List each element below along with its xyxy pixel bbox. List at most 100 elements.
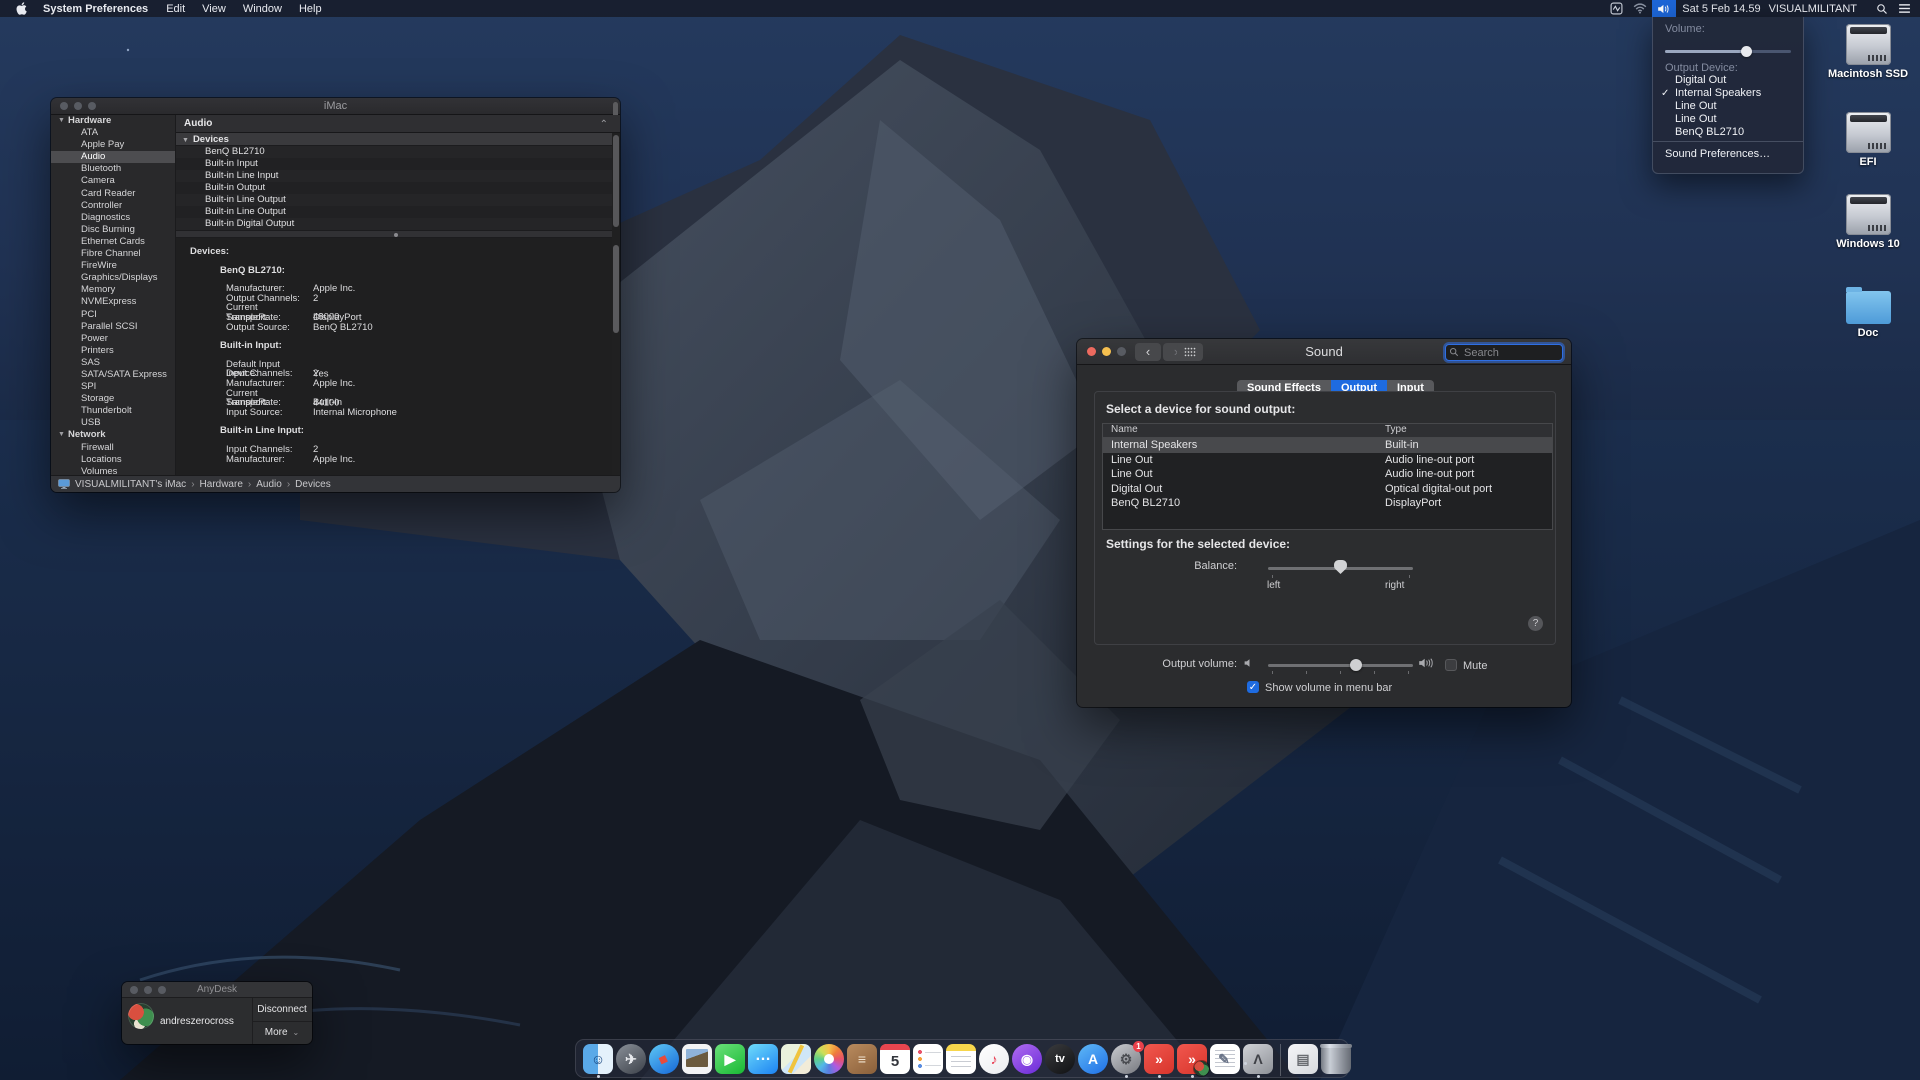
sidebar-item-fibre-channel[interactable]: Fibre Channel [51,248,175,260]
close-button[interactable] [60,102,68,110]
device-row-benq-bl2710-0[interactable]: BenQ BL2710 [176,146,612,158]
table-row-line-out-1[interactable]: Line OutAudio line-out port [1103,453,1552,468]
sidebar-item-nvmexpress[interactable]: NVMExpress [51,296,175,308]
sidebar-item-volumes[interactable]: Volumes [51,466,175,475]
sidebar-item-pci[interactable]: PCI [51,309,175,321]
sidebar-item-card-reader[interactable]: Card Reader [51,188,175,200]
menubar-user[interactable]: VISUALMILITANT [1769,3,1857,15]
breadcrumb-item-devices[interactable]: Devices [295,479,331,490]
sidebar-item-locations[interactable]: Locations [51,454,175,466]
dock-item-finder[interactable]: ☺ [583,1044,613,1074]
dock-item-textedit[interactable]: ✎ [1210,1044,1240,1074]
sidebar-item-controller[interactable]: Controller [51,200,175,212]
zoom-button[interactable] [88,102,96,110]
dock-item-preview[interactable] [682,1044,712,1074]
sidebar-item-sata-sata-express[interactable]: SATA/SATA Express [51,369,175,381]
details-scrollbar[interactable] [613,245,619,333]
sidebar-item-ethernet-cards[interactable]: Ethernet Cards [51,236,175,248]
section-header-audio[interactable]: Audio ⌃ [176,115,620,133]
dock-item-system-preferences[interactable]: ⚙1 [1111,1044,1141,1074]
output-volume-knob[interactable] [1350,659,1362,671]
desktop-icon-doc[interactable]: Doc [1828,284,1908,339]
device-row-built-in-input-1[interactable]: Built-in Input [176,158,612,170]
disclosure-triangle-icon[interactable]: ▼ [58,429,65,441]
anydesk-status-icon[interactable] [1605,0,1628,17]
dock-item-calendar[interactable]: 5 [880,1044,910,1074]
sidebar-item-spi[interactable]: SPI [51,381,175,393]
sidebar-group-network[interactable]: ▼Network [51,429,175,441]
active-app-name[interactable]: System Preferences [43,3,148,15]
dock-item-reminders[interactable] [913,1044,943,1074]
sidebar-item-graphics-displays[interactable]: Graphics/Displays [51,272,175,284]
sidebar-group-hardware[interactable]: ▼Hardware [51,115,175,127]
sidebar-item-firewall[interactable]: Firewall [51,442,175,454]
sidebar-item-audio[interactable]: Audio [51,151,175,163]
more-button[interactable]: More⌄ [252,1021,312,1044]
zoom-button[interactable] [158,986,166,994]
dock-item-launchpad[interactable]: ✈ [616,1044,646,1074]
column-type[interactable]: Type [1385,424,1407,437]
devices-tree-header[interactable]: ▼Devices [176,133,612,146]
sidebar-item-bluetooth[interactable]: Bluetooth [51,163,175,175]
menu-item-sound-preferences[interactable]: Sound Preferences… [1653,148,1803,161]
wifi-icon[interactable] [1628,0,1652,17]
breadcrumb-item-visualmilitant-s-imac[interactable]: VISUALMILITANT's iMac [75,479,186,490]
menu-item-digital-out-0[interactable]: Digital Out [1653,74,1803,87]
help-button[interactable]: ? [1528,616,1543,631]
disclosure-triangle-icon[interactable]: ▼ [58,115,65,127]
desktop-icon-macintosh-ssd[interactable]: Macintosh SSD [1828,24,1908,80]
device-row-built-in-line-output-4[interactable]: Built-in Line Output [176,194,612,206]
notification-center-icon[interactable] [1893,0,1916,17]
dock-item-music[interactable]: ♪ [979,1044,1009,1074]
dock-item-notes[interactable] [946,1044,976,1074]
close-button[interactable] [130,986,138,994]
sidebar-item-ata[interactable]: ATA [51,127,175,139]
device-row-built-in-line-output-5[interactable]: Built-in Line Output [176,206,612,218]
close-button[interactable] [1087,347,1096,356]
mute-checkbox[interactable] [1445,659,1457,671]
sidebar-item-diagnostics[interactable]: Diagnostics [51,212,175,224]
sound-titlebar[interactable]: Sound ‹ › [1077,339,1571,365]
anydesk-titlebar[interactable]: AnyDesk [122,982,312,998]
sidebar-item-parallel-scsi[interactable]: Parallel SCSI [51,321,175,333]
zoom-button[interactable] [1117,347,1126,356]
device-row-built-in-output-3[interactable]: Built-in Output [176,182,612,194]
breadcrumb-item-audio[interactable]: Audio [256,479,282,490]
dock-item-anydesk[interactable]: » [1144,1044,1174,1074]
desktop-icon-efi[interactable]: EFI [1828,112,1908,168]
devices-scrollbar[interactable] [613,135,619,227]
device-row-built-in-digital-output-6[interactable]: Built-in Digital Output [176,218,612,230]
apple-menu[interactable] [16,2,27,15]
sidebar-item-sas[interactable]: SAS [51,357,175,369]
menu-item-line-out-3[interactable]: Line Out [1653,113,1803,126]
sidebar-item-firewire[interactable]: FireWire [51,260,175,272]
dock-item-system-information[interactable]: Λ [1243,1044,1273,1074]
menu-item-line-out-2[interactable]: Line Out [1653,100,1803,113]
dock-item-maps[interactable] [781,1044,811,1074]
disclosure-triangle-icon[interactable]: ▼ [182,137,189,144]
dock-item-document[interactable]: ▤ [1288,1044,1318,1074]
output-volume-slider[interactable] [1268,664,1413,667]
dock-item-photos[interactable] [814,1044,844,1074]
back-button[interactable]: ‹ [1135,343,1161,361]
table-row-benq-bl2710-4[interactable]: BenQ BL2710DisplayPort [1103,496,1552,511]
menu-edit[interactable]: Edit [166,3,185,15]
menu-window[interactable]: Window [243,3,282,15]
volume-icon[interactable] [1652,0,1676,17]
disconnect-button[interactable]: Disconnect [252,998,312,1021]
minimize-button[interactable] [144,986,152,994]
dock-item-trash[interactable] [1321,1044,1351,1074]
dock-item-safari[interactable]: ◆ [649,1044,679,1074]
sidebar-item-storage[interactable]: Storage [51,393,175,405]
breadcrumb-item-hardware[interactable]: Hardware [200,479,243,490]
sidebar-item-power[interactable]: Power [51,333,175,345]
volume-menu-slider[interactable] [1665,50,1791,53]
dock-item-messages[interactable]: … [748,1044,778,1074]
dock-item-apple-tv[interactable]: tv [1045,1044,1075,1074]
spotlight-icon[interactable] [1871,0,1893,17]
table-row-line-out-2[interactable]: Line OutAudio line-out port [1103,467,1552,482]
show-all-button[interactable] [1177,343,1203,361]
sidebar-item-memory[interactable]: Memory [51,284,175,296]
table-row-internal-speakers-0[interactable]: Internal SpeakersBuilt-in [1103,438,1552,453]
volume-menu-slider-knob[interactable] [1741,46,1752,57]
